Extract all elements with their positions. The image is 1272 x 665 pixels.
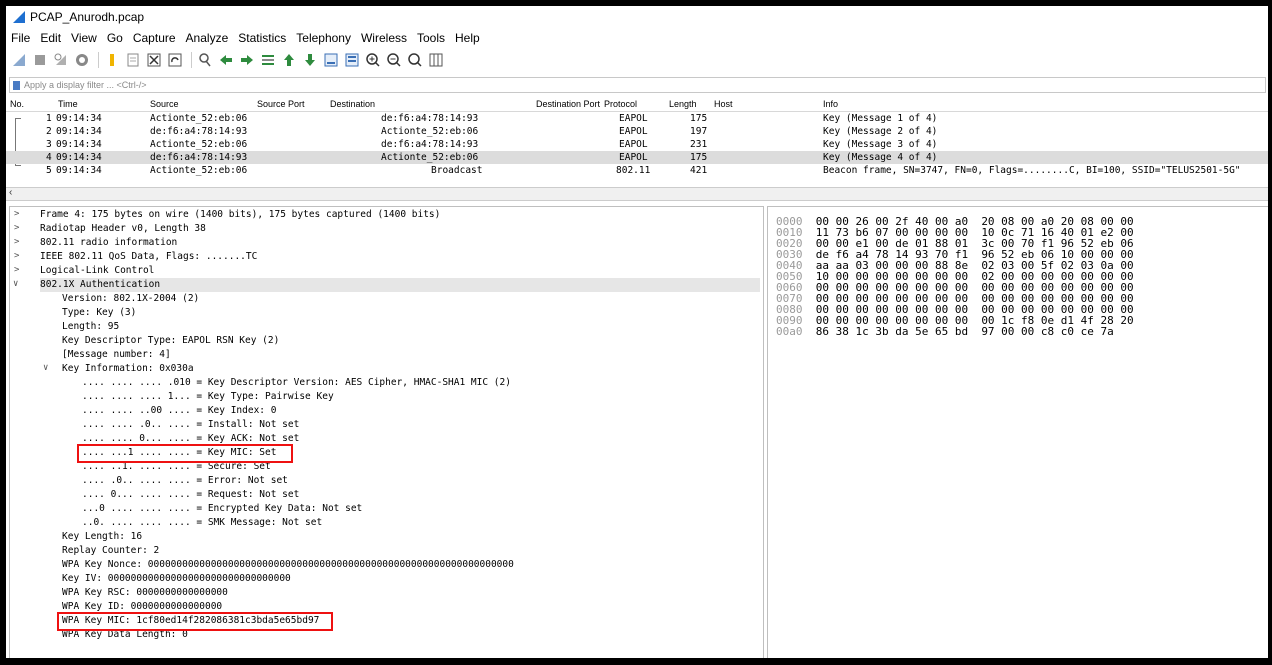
- tree-item[interactable]: Logical-Link Control: [40, 264, 154, 278]
- menu-telephony[interactable]: Telephony: [291, 30, 356, 46]
- chevron-down-icon[interactable]: ∨: [13, 279, 18, 289]
- menu-tools[interactable]: Tools: [412, 30, 450, 46]
- bookmark-filter-icon[interactable]: [13, 80, 20, 90]
- column-length[interactable]: Length: [669, 99, 697, 109]
- restart-icon[interactable]: [52, 51, 70, 69]
- tree-item[interactable]: WPA Key RSC: 0000000000000000: [62, 586, 228, 600]
- key-mic-set-highlight: [77, 444, 293, 463]
- toolbar-separator: [98, 52, 99, 68]
- packet-row[interactable]: 3 09:14:34 Actionte_52:eb:06 de:f6:a4:78…: [6, 138, 1268, 151]
- chevron-right-icon[interactable]: >: [14, 251, 19, 261]
- column-destination-port[interactable]: Destination Port: [536, 99, 600, 109]
- column-time[interactable]: Time: [58, 99, 78, 109]
- column-info[interactable]: Info: [823, 99, 838, 109]
- wireshark-window: PCAP_Anurodh.pcap File Edit View Go Capt…: [6, 6, 1268, 658]
- column-no[interactable]: No.: [10, 99, 24, 109]
- tree-item[interactable]: WPA Key Nonce: 0000000000000000000000000…: [62, 558, 514, 572]
- title-bar: PCAP_Anurodh.pcap: [6, 6, 1268, 28]
- tree-item[interactable]: .... 0... .... .... = Request: Not set: [82, 488, 299, 502]
- tree-item[interactable]: Type: Key (3): [62, 306, 136, 320]
- tree-item-selected[interactable]: 802.1X Authentication: [40, 278, 760, 292]
- menu-go[interactable]: Go: [102, 30, 128, 46]
- colorize-icon[interactable]: [343, 51, 361, 69]
- packet-row[interactable]: 1 09:14:34 Actionte_52:eb:06 de:f6:a4:78…: [6, 112, 1268, 125]
- open-file-icon[interactable]: [103, 51, 121, 69]
- chevron-right-icon[interactable]: >: [14, 223, 19, 233]
- options-icon[interactable]: [73, 51, 91, 69]
- chevron-right-icon[interactable]: >: [14, 209, 19, 219]
- main-toolbar: [6, 49, 448, 71]
- packet-list-scrollbar[interactable]: ‹: [6, 187, 1268, 201]
- resize-columns-icon[interactable]: [427, 51, 445, 69]
- chevron-right-icon[interactable]: >: [14, 237, 19, 247]
- back-icon[interactable]: [217, 51, 235, 69]
- tree-item[interactable]: ..0. .... .... .... = SMK Message: Not s…: [82, 516, 322, 530]
- tree-item[interactable]: Replay Counter: 2: [62, 544, 159, 558]
- zoom-out-icon[interactable]: [385, 51, 403, 69]
- tree-item[interactable]: 802.11 radio information: [40, 236, 177, 250]
- tree-item[interactable]: .... .... .0.. .... = Install: Not set: [82, 418, 299, 432]
- packet-row[interactable]: 2 09:14:34 de:f6:a4:78:14:93 Actionte_52…: [6, 125, 1268, 138]
- packet-row-selected[interactable]: 4 09:14:34 de:f6:a4:78:14:93 Actionte_52…: [6, 151, 1268, 164]
- chevron-right-icon[interactable]: >: [14, 265, 19, 275]
- save-file-icon[interactable]: [124, 51, 142, 69]
- menu-bar: File Edit View Go Capture Analyze Statis…: [6, 30, 485, 46]
- tree-item[interactable]: [Message number: 4]: [62, 348, 171, 362]
- scroll-left-icon[interactable]: ‹: [9, 187, 12, 198]
- packet-details-pane: > Frame 4: 175 bytes on wire (1400 bits)…: [9, 206, 764, 658]
- column-destination[interactable]: Destination: [330, 99, 375, 109]
- tree-item[interactable]: IEEE 802.11 QoS Data, Flags: .......TC: [40, 250, 257, 264]
- packet-list-header: No. Time Source Source Port Destination …: [6, 97, 1268, 112]
- menu-capture[interactable]: Capture: [128, 30, 181, 46]
- menu-view[interactable]: View: [66, 30, 102, 46]
- tree-item[interactable]: .... .0.. .... .... = Error: Not set: [82, 474, 288, 488]
- normal-size-icon[interactable]: [406, 51, 424, 69]
- zoom-in-icon[interactable]: [364, 51, 382, 69]
- tree-item[interactable]: Key Length: 16: [62, 530, 142, 544]
- wpa-key-mic-highlight: [57, 612, 333, 631]
- menu-statistics[interactable]: Statistics: [233, 30, 291, 46]
- stop-icon[interactable]: [31, 51, 49, 69]
- tree-item[interactable]: Length: 95: [62, 320, 119, 334]
- menu-analyze[interactable]: Analyze: [181, 30, 234, 46]
- go-to-packet-icon[interactable]: [259, 51, 277, 69]
- packet-list: 1 09:14:34 Actionte_52:eb:06 de:f6:a4:78…: [6, 112, 1268, 184]
- last-packet-icon[interactable]: [301, 51, 319, 69]
- first-packet-icon[interactable]: [280, 51, 298, 69]
- toolbar-separator: [191, 52, 192, 68]
- menu-wireless[interactable]: Wireless: [356, 30, 412, 46]
- forward-icon[interactable]: [238, 51, 256, 69]
- hex-row[interactable]: 00a0 86 38 1c 3b da 5e 65 bd 97 00 00 c8…: [776, 326, 1114, 337]
- menu-file[interactable]: File: [6, 30, 35, 46]
- packet-bytes-pane: 0000 00 00 26 00 2f 40 00 a0 20 08 00 a0…: [767, 206, 1268, 658]
- column-source[interactable]: Source: [150, 99, 179, 109]
- shark-fin-icon[interactable]: [10, 51, 28, 69]
- tree-item[interactable]: Radiotap Header v0, Length 38: [40, 222, 206, 236]
- reload-icon[interactable]: [166, 51, 184, 69]
- menu-help[interactable]: Help: [450, 30, 485, 46]
- close-file-icon[interactable]: [145, 51, 163, 69]
- wireshark-logo-icon: [13, 11, 25, 23]
- tree-item[interactable]: Key Information: 0x030a: [62, 362, 194, 376]
- tree-item[interactable]: .... .... .... 1... = Key Type: Pairwise…: [82, 390, 334, 404]
- packet-row[interactable]: 5 09:14:34 Actionte_52:eb:06 Broadcast 8…: [6, 164, 1268, 177]
- tree-item[interactable]: Version: 802.1X-2004 (2): [62, 292, 199, 306]
- tree-item[interactable]: ...0 .... .... .... = Encrypted Key Data…: [82, 502, 362, 516]
- column-protocol[interactable]: Protocol: [604, 99, 637, 109]
- column-source-port[interactable]: Source Port: [257, 99, 305, 109]
- column-host[interactable]: Host: [714, 99, 733, 109]
- tree-item[interactable]: Key IV: 00000000000000000000000000000000: [62, 572, 291, 586]
- tree-item[interactable]: .... .... .... .010 = Key Descriptor Ver…: [82, 376, 511, 390]
- tree-item[interactable]: Key Descriptor Type: EAPOL RSN Key (2): [62, 334, 279, 348]
- tree-item[interactable]: Frame 4: 175 bytes on wire (1400 bits), …: [40, 208, 440, 222]
- display-filter-bar[interactable]: Apply a display filter ... <Ctrl-/>: [9, 77, 1266, 93]
- tree-item[interactable]: .... .... ..00 .... = Key Index: 0: [82, 404, 276, 418]
- chevron-down-icon[interactable]: ∨: [43, 363, 48, 373]
- menu-edit[interactable]: Edit: [35, 30, 66, 46]
- window-title: PCAP_Anurodh.pcap: [30, 10, 145, 24]
- filter-placeholder: Apply a display filter ... <Ctrl-/>: [24, 80, 147, 90]
- find-icon[interactable]: [196, 51, 214, 69]
- autoscroll-icon[interactable]: [322, 51, 340, 69]
